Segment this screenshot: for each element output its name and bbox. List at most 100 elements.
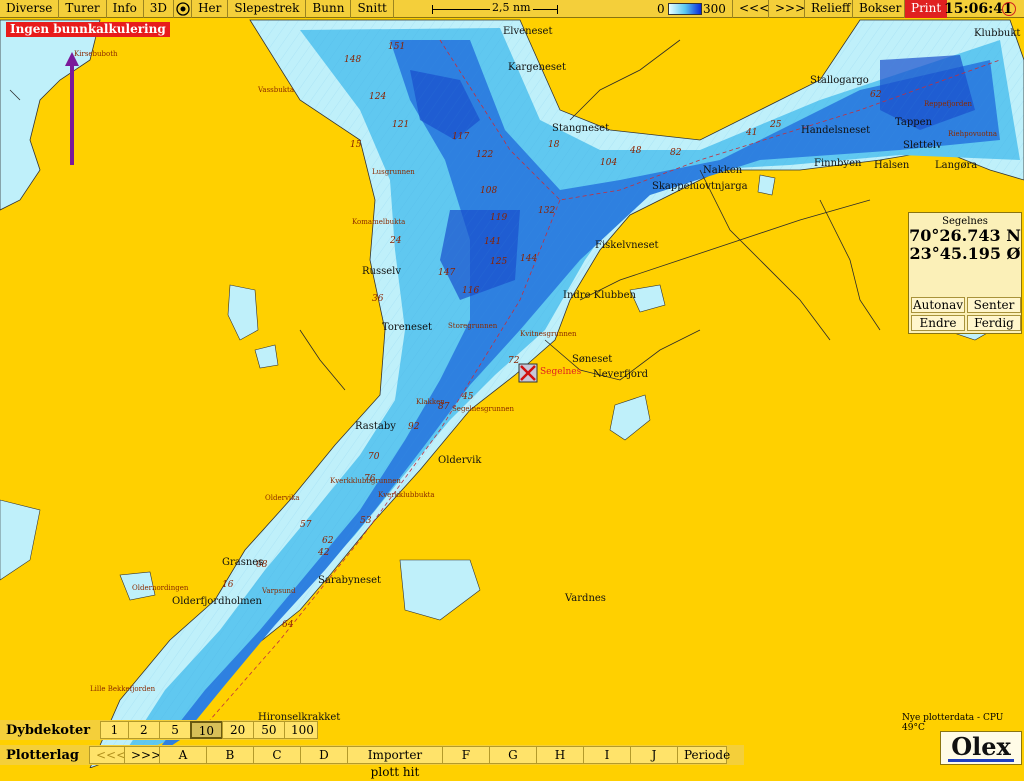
place-label: Kverkklubbukta — [378, 491, 435, 499]
sounding: 148 — [344, 55, 362, 65]
sounding: 36 — [372, 294, 384, 304]
place-label: Oldervika — [265, 494, 300, 502]
layer-i-button[interactable]: I — [582, 746, 631, 764]
layer-j-button[interactable]: J — [629, 746, 678, 764]
layer-c-button[interactable]: C — [252, 746, 301, 764]
place-label: Varpsund — [262, 587, 296, 595]
place-label: Oldernordingen — [132, 584, 189, 592]
print-button[interactable]: Print — [904, 0, 948, 18]
sounding: 72 — [508, 356, 520, 366]
depth-contours-label: Dybdekoter — [6, 722, 91, 738]
relief-button[interactable]: Relieff — [804, 0, 856, 18]
contour-1-button[interactable]: 1 — [100, 721, 129, 739]
place-label: Nakken — [703, 165, 743, 176]
sounding: 124 — [369, 92, 387, 102]
depth-contours-bar: Dybdekoter 1 2 5 10 20 50 100 — [0, 720, 319, 740]
menu-bunn[interactable]: Bunn — [306, 0, 352, 18]
contour-100-button[interactable]: 100 — [284, 721, 319, 739]
menu-3d[interactable]: 3D — [144, 0, 175, 18]
sounding: 116 — [462, 286, 480, 296]
endre-button[interactable]: Endre — [911, 315, 965, 331]
layer-h-button[interactable]: H — [535, 746, 584, 764]
sounding: 45 — [462, 392, 474, 402]
layers-next-button[interactable]: >>> — [123, 746, 161, 764]
contour-2-button[interactable]: 2 — [127, 721, 160, 739]
senter-button[interactable]: Senter — [967, 297, 1021, 313]
menu-slepestrek[interactable]: Slepestrek — [228, 0, 307, 18]
menu-info[interactable]: Info — [107, 0, 144, 18]
contour-20-button[interactable]: 20 — [221, 721, 254, 739]
sounding: 119 — [490, 213, 508, 223]
sounding: 16 — [222, 580, 234, 590]
position-panel: Segelnes 70°26.743 N 23°45.195 Ø Autonav… — [908, 212, 1022, 334]
contour-50-button[interactable]: 50 — [252, 721, 286, 739]
place-label: Russelv — [362, 266, 401, 277]
depth-legend-min: 0 — [657, 2, 665, 16]
sounding: 70 — [368, 452, 380, 462]
sounding: 122 — [476, 150, 494, 160]
place-label: Vassbukta — [258, 86, 294, 94]
logo-underline — [948, 759, 1014, 762]
layers-prev-button[interactable]: <<< — [88, 746, 126, 764]
autonav-button[interactable]: Autonav — [911, 297, 965, 313]
place-label: Indre Klubben — [563, 290, 636, 301]
place-label: Kirsebuboth — [74, 50, 118, 58]
place-label: Segelnesgrunnen — [452, 405, 515, 413]
her-button[interactable]: Her — [192, 0, 229, 18]
menu-turer[interactable]: Turer — [59, 0, 107, 18]
sounding: 144 — [520, 254, 538, 264]
import-plot-button[interactable]: Importer plott hit — [346, 746, 443, 779]
sounding: 42 — [318, 548, 330, 558]
sounding: 125 — [490, 257, 508, 267]
period-button[interactable]: Periode — [676, 746, 730, 764]
target-icon[interactable] — [174, 0, 193, 18]
sounding: 104 — [600, 158, 618, 168]
contour-10-button[interactable]: 10 — [190, 721, 223, 739]
sounding: 64 — [282, 620, 294, 630]
layer-d-button[interactable]: D — [299, 746, 348, 764]
sounding: 57 — [300, 520, 312, 530]
bokser-button[interactable]: Bokser — [852, 0, 907, 18]
sounding: 53 — [360, 516, 372, 526]
place-label: Reppefjorden — [924, 100, 972, 108]
layer-b-button[interactable]: B — [205, 746, 254, 764]
place-label: Kargeneset — [508, 62, 566, 73]
place-label: Kvitnesgrunnen — [520, 330, 577, 338]
depth-legend-bar[interactable] — [668, 3, 702, 15]
plot-layers-bar: Plotterlag <<< >>> A B C D Importer plot… — [0, 745, 744, 779]
sounding: 108 — [480, 186, 498, 196]
marker-label: Segelnes — [540, 367, 582, 377]
sounding: 151 — [388, 42, 406, 52]
sounding: 121 — [392, 120, 410, 130]
sounding: 48 — [630, 146, 642, 156]
place-label: Komamelbukta — [352, 218, 406, 226]
contour-5-button[interactable]: 5 — [158, 721, 192, 739]
place-label: Olderfjordholmen — [172, 596, 262, 607]
place-label: Stangneset — [552, 123, 610, 134]
place-label: Klakken — [416, 398, 445, 406]
layer-g-button[interactable]: G — [488, 746, 537, 764]
sounding: 62 — [870, 90, 882, 100]
place-label: Storegrunnen — [448, 322, 498, 330]
place-label: Riehpovuotna — [948, 130, 998, 138]
ferdig-button[interactable]: Ferdig — [967, 315, 1021, 331]
place-label: Elveneset — [503, 26, 553, 37]
place-label: Lusgrunnen — [372, 168, 415, 176]
place-label: Langøra — [935, 160, 978, 171]
place-label: Fiskelvneset — [595, 240, 659, 251]
menu-diverse[interactable]: Diverse — [0, 0, 60, 18]
layer-a-button[interactable]: A — [158, 746, 207, 764]
sounding: 62 — [322, 536, 334, 546]
layer-f-button[interactable]: F — [441, 746, 490, 764]
sounding: 18 — [548, 140, 560, 150]
place-label: Søneset — [572, 354, 613, 365]
place-label: Kverkklubbgrunnen — [330, 477, 401, 485]
sun-icon[interactable] — [1002, 2, 1016, 16]
place-label: Neverfjord — [593, 369, 649, 380]
place-label: Toreneset — [382, 322, 433, 333]
sounding: 132 — [538, 206, 556, 216]
place-label: Stallogargo — [810, 75, 869, 86]
sounding: 24 — [390, 236, 402, 246]
menu-snitt[interactable]: Snitt — [351, 0, 394, 18]
place-label: Sarabyneset — [318, 575, 382, 586]
